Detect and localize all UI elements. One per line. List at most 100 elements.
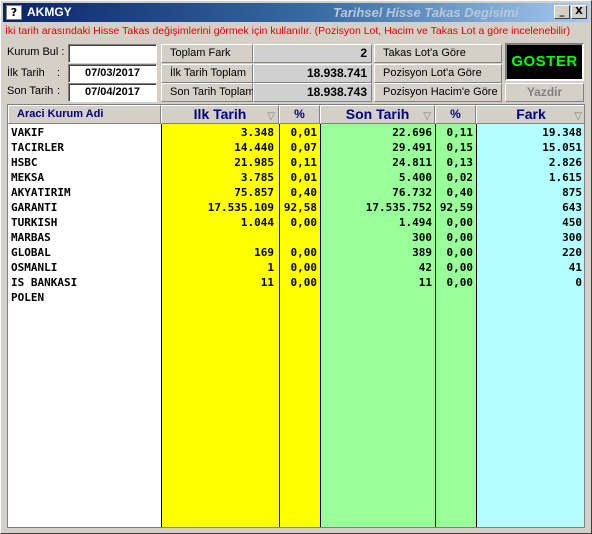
header-ilk-tarih[interactable]: Ilk Tarih ▽ xyxy=(161,105,279,124)
header-fark[interactable]: Fark ▽ xyxy=(476,105,584,124)
header-son-tarih-label: Son Tarih xyxy=(345,106,410,122)
header-ilk-pct[interactable]: % xyxy=(279,105,320,124)
ilk-tarih-input[interactable]: 07/03/2017 xyxy=(68,64,157,83)
cell-son-tarih: 76.732 xyxy=(392,186,432,199)
cell-ilk-tarih: 169 xyxy=(254,246,274,259)
cell-son-tarih: 300 xyxy=(412,231,432,244)
cell-son-pct: 0,02 xyxy=(446,171,474,184)
cell-son-tarih: 29.491 xyxy=(392,141,432,154)
table-row[interactable]: VAKIF 3.348 0,01 22.696 0,11 19.348 xyxy=(8,125,584,140)
son-tarih-label: Son Tarih xyxy=(7,85,54,97)
cell-kurum-adi: GLOBAL xyxy=(11,246,51,259)
cell-fark: 300 xyxy=(562,231,582,244)
table-row[interactable]: GLOBAL 169 0,00 389 0,00 220 xyxy=(8,245,584,260)
app-icon[interactable]: ? xyxy=(6,5,22,20)
sort-icon[interactable]: ▽ xyxy=(574,108,582,123)
son-tarih-colon: : xyxy=(57,85,61,97)
cell-kurum-adi: TACIRLER xyxy=(11,141,64,154)
cell-son-pct: 0,40 xyxy=(446,186,474,199)
cell-son-pct: 0,00 xyxy=(446,261,474,274)
table-row[interactable]: MARBAS 300 0,00 300 xyxy=(8,230,584,245)
sort-icon[interactable]: ▽ xyxy=(423,108,431,123)
cell-son-tarih: 24.811 xyxy=(392,156,432,169)
cell-ilk-pct: 0,00 xyxy=(290,246,318,259)
cell-ilk-pct: 0,00 xyxy=(290,216,318,229)
sort-icon[interactable]: ▽ xyxy=(267,108,275,123)
cell-kurum-adi: OSMANLI xyxy=(11,261,58,274)
cell-fark: 2.826 xyxy=(548,156,582,169)
table-row[interactable]: HSBC 21.985 0,11 24.811 0,13 2.826 xyxy=(8,155,584,170)
cell-ilk-pct: 0,01 xyxy=(290,126,318,139)
cell-son-pct: 0,15 xyxy=(446,141,474,154)
header-aracikurum-label: Araci Kurum Adi xyxy=(17,108,104,120)
cell-ilk-tarih: 21.985 xyxy=(234,156,274,169)
table-row[interactable]: GARANTI 17.535.109 92,58 17.535.752 92,59 643 xyxy=(8,200,584,215)
header-ilk-tarih-label: Ilk Tarih xyxy=(193,106,247,122)
cell-son-pct: 0,00 xyxy=(446,246,474,259)
cell-fark: 15.051 xyxy=(542,141,582,154)
son-tarih-input[interactable]: 07/04/2017 xyxy=(68,83,157,102)
cell-son-pct: 0,11 xyxy=(446,126,474,139)
cell-fark: 643 xyxy=(562,201,582,214)
cell-ilk-pct: 0,00 xyxy=(290,276,318,289)
pozisyon-lot-option[interactable]: Pozisyon Lot'a Göre xyxy=(374,64,502,83)
cell-kurum-adi: AKYATIRIM xyxy=(11,186,71,199)
cell-fark: 1.615 xyxy=(548,171,582,184)
cell-son-pct: 0,00 xyxy=(446,276,474,289)
table-row[interactable]: MEKSA 3.785 0,01 5.400 0,02 1.615 xyxy=(8,170,584,185)
cell-kurum-adi: TURKISH xyxy=(11,216,58,229)
data-grid[interactable]: Araci Kurum Adi Ilk Tarih ▽ % Son Tarih ▽ … xyxy=(7,104,585,528)
yazdir-button[interactable]: Yazdir xyxy=(505,83,584,102)
cell-kurum-adi: POLEN xyxy=(11,291,45,304)
takas-lot-option[interactable]: Takas Lot'a Göre xyxy=(374,44,502,63)
header-aracikurum[interactable]: Araci Kurum Adi xyxy=(8,105,161,124)
cell-ilk-tarih: 17.535.109 xyxy=(207,201,274,214)
table-row[interactable]: TURKISH 1.044 0,00 1.494 0,00 450 xyxy=(8,215,584,230)
table-row[interactable]: POLEN xyxy=(8,290,584,305)
ilk-tarih-colon: : xyxy=(57,67,61,79)
minimize-button[interactable]: _ xyxy=(554,5,570,19)
cell-son-tarih: 5.400 xyxy=(398,171,432,184)
table-row[interactable]: IS BANKASI 11 0,00 11 0,00 0 xyxy=(8,275,584,290)
son-tarih-toplam-label: Son Tarih Toplam xyxy=(161,83,255,102)
table-row[interactable]: OSMANLI 1 0,00 42 0,00 41 xyxy=(8,260,584,275)
cell-son-pct: 0,00 xyxy=(446,216,474,229)
cell-fark: 450 xyxy=(562,216,582,229)
header-son-tarih[interactable]: Son Tarih ▽ xyxy=(320,105,435,124)
pozisyon-hacim-option[interactable]: Pozisyon Hacim'e Göre xyxy=(374,83,502,102)
cell-ilk-pct: 0,01 xyxy=(290,171,318,184)
cell-kurum-adi: IS BANKASI xyxy=(11,276,78,289)
cell-fark: 41 xyxy=(568,261,582,274)
table-body: VAKIF 3.348 0,01 22.696 0,11 19.348 TACIRLER 14… xyxy=(8,125,584,305)
header-son-pct-label: % xyxy=(450,107,461,121)
ilk-tarih-label: İlk Tarih xyxy=(7,67,45,79)
header-fark-label: Fark xyxy=(516,106,546,122)
cell-kurum-adi: VAKIF xyxy=(11,126,45,139)
cell-ilk-pct: 0,07 xyxy=(290,141,318,154)
cell-son-tarih: 17.535.752 xyxy=(365,201,432,214)
cell-son-pct: 92,59 xyxy=(439,201,473,214)
cell-ilk-pct: 0,00 xyxy=(290,261,318,274)
table-row[interactable]: AKYATIRIM 75.857 0,40 76.732 0,40 875 xyxy=(8,185,584,200)
cell-ilk-tarih: 14.440 xyxy=(234,141,274,154)
cell-ilk-tarih: 1.044 xyxy=(240,216,274,229)
toplam-fark-value: 2 xyxy=(253,44,372,63)
ilk-tarih-toplam-value: 18.938.741 xyxy=(253,64,372,83)
table-row[interactable]: TACIRLER 14.440 0,07 29.491 0,15 15.051 xyxy=(8,140,584,155)
cell-ilk-pct: 0,11 xyxy=(290,156,318,169)
close-button[interactable]: X xyxy=(571,5,587,19)
cell-fark: 875 xyxy=(562,186,582,199)
app-window: ? AKMGY Tarihsel Hisse Takas Degisimi _ … xyxy=(0,0,592,534)
title-bar[interactable]: ? AKMGY Tarihsel Hisse Takas Degisimi _ … xyxy=(3,3,589,22)
goster-button[interactable]: GOSTER xyxy=(505,43,584,81)
cell-ilk-pct: 92,58 xyxy=(283,201,317,214)
cell-kurum-adi: GARANTI xyxy=(11,201,58,214)
cell-son-tarih: 22.696 xyxy=(392,126,432,139)
cell-kurum-adi: MARBAS xyxy=(11,231,51,244)
cell-ilk-tarih: 1 xyxy=(267,261,274,274)
cell-ilk-tarih: 3.785 xyxy=(240,171,274,184)
cell-fark: 19.348 xyxy=(542,126,582,139)
header-son-pct[interactable]: % xyxy=(435,105,476,124)
kurum-bul-input[interactable] xyxy=(68,44,157,63)
header-ilk-pct-label: % xyxy=(294,107,305,121)
